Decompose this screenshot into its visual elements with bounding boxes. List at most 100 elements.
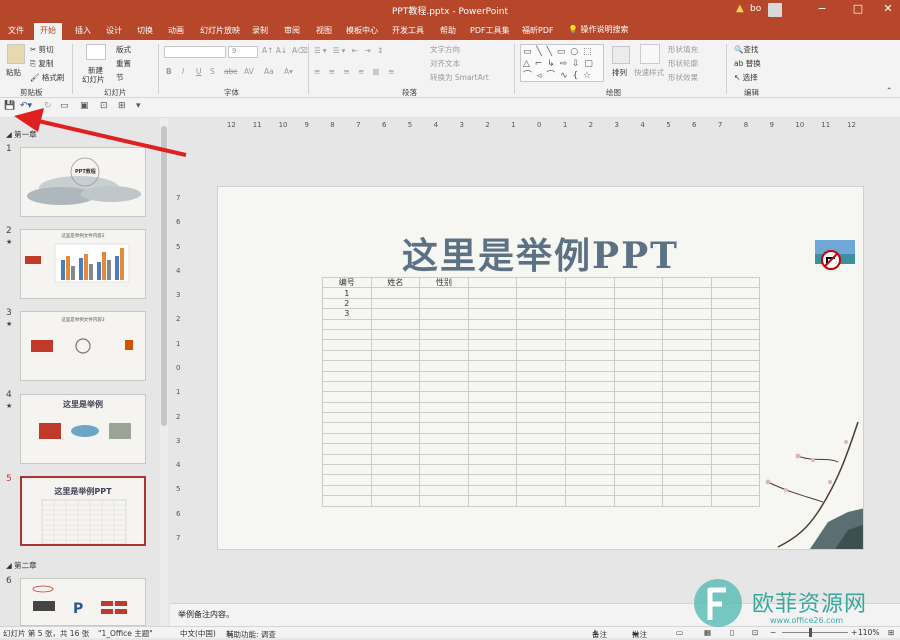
save-icon[interactable]: 💾 [4,101,15,111]
table-cell[interactable] [467,276,518,289]
table-cell[interactable] [467,422,518,434]
section-chapter-1[interactable]: ◢ 第一章 [6,129,37,140]
table-cell[interactable] [419,464,469,476]
table-row[interactable] [322,318,761,330]
table-cell[interactable] [662,308,712,320]
table-cell[interactable] [419,453,469,466]
table-cell[interactable] [516,370,566,382]
scrollbar-thumb[interactable] [161,126,167,426]
table-cell[interactable]: 2 [322,297,372,310]
italic-button[interactable]: I [182,67,184,76]
table-cell[interactable] [370,391,421,403]
tab-developer[interactable]: 开发工具 [392,25,424,36]
thumbnail-slide-4[interactable]: 这里是举例 [20,394,146,464]
table-cell[interactable] [370,412,421,424]
table-cell[interactable] [467,495,518,507]
collapse-ribbon-icon[interactable]: ⌃ [886,86,892,95]
table-cell[interactable] [710,276,761,289]
slide-title[interactable]: 这里是举例PPT [218,227,863,279]
table-cell[interactable] [613,474,664,486]
shapes-gallery[interactable]: ▭ ╲ ╲ ▭ ○ ⬚ △ ⌐ ↳ ⇨ ⇩ ▢ ⌒ ◃ ⌒ ∿ { ☆ [520,44,604,82]
table-cell[interactable] [516,328,566,341]
table-cell[interactable] [516,339,566,351]
table-cell[interactable] [613,349,664,362]
tab-pdf-tools[interactable]: PDF工具集 [470,25,510,36]
redo-icon[interactable]: ↻ [44,101,52,111]
vertical-ruler[interactable]: 7 6 5 4 3 2 1 0 1 2 3 4 5 6 7 [174,186,186,550]
tab-record[interactable]: 录制 [252,25,268,36]
table-cell[interactable] [516,318,566,330]
table-cell[interactable] [322,422,372,434]
table-cell[interactable] [516,422,566,434]
tab-view[interactable]: 视图 [316,25,332,36]
table-cell[interactable] [564,391,615,403]
underline-button[interactable]: U [196,67,202,76]
table-cell[interactable] [662,276,712,289]
table-cell[interactable] [613,432,664,445]
quick-styles-button[interactable]: 快速样式 [634,67,664,78]
table-cell[interactable] [613,391,664,403]
table-cell[interactable] [467,401,518,414]
table-cell[interactable] [322,360,372,372]
thumbnail-slide-5[interactable]: 这里是举例PPT [20,476,146,546]
table-cell[interactable] [467,297,518,310]
table-cell[interactable] [564,297,615,310]
table-cell[interactable] [322,370,372,382]
table-cell[interactable] [467,318,518,330]
table-cell[interactable] [710,339,761,351]
table-cell[interactable] [419,318,469,330]
table-row[interactable] [322,339,761,351]
table-cell[interactable] [467,391,518,403]
table-cell[interactable] [322,412,372,424]
table-cell[interactable] [516,443,566,455]
table-cell[interactable] [613,380,664,393]
normal-view-icon[interactable]: ▭ [676,628,683,637]
table-cell[interactable] [467,484,518,497]
table-cell[interactable] [613,443,664,455]
table-cell[interactable] [370,308,421,320]
table-cell[interactable] [370,453,421,466]
table-cell[interactable] [516,412,566,424]
table-cell[interactable] [467,464,518,476]
table-cell[interactable] [613,339,664,351]
table-cell[interactable] [710,287,761,299]
table-cell[interactable] [662,380,712,393]
table-row[interactable] [322,380,761,393]
shape-fill-button[interactable]: 形状填充 [668,44,698,55]
table-cell[interactable] [710,380,761,393]
language-indicator[interactable]: 中文(中国) [180,628,216,639]
table-cell[interactable] [467,380,518,393]
find-button[interactable]: 🔍查找 [734,44,758,55]
table-cell[interactable] [564,328,615,341]
table-cell[interactable] [613,464,664,476]
slide-table[interactable]: 编号 姓名 性别 1 2 3 [322,276,761,507]
table-cell[interactable] [467,370,518,382]
table-cell[interactable] [613,360,664,372]
slideshow-icon[interactable]: ⊡ [100,101,108,111]
table-cell[interactable] [419,349,469,362]
thumbnails-scrollbar[interactable] [160,118,168,626]
table-cell[interactable] [564,349,615,362]
table-row[interactable] [322,443,761,455]
table-cell[interactable] [662,297,712,310]
table-cell[interactable] [516,453,566,466]
table-cell[interactable] [322,391,372,403]
table-cell[interactable] [322,474,372,486]
paste-button[interactable]: 粘贴 [6,67,21,78]
table-cell[interactable] [370,380,421,393]
table-cell[interactable] [613,412,664,424]
list-buttons-icon[interactable]: ☰▾ ☰▾ ⇤ ⇥ ↕ [314,46,385,55]
table-cell[interactable] [662,328,712,341]
table-cell[interactable] [564,339,615,351]
table-cell[interactable] [564,370,615,382]
table-cell[interactable] [710,349,761,362]
table-cell[interactable] [370,432,421,445]
table-cell[interactable] [419,297,469,310]
table-cell[interactable] [370,464,421,476]
table-cell[interactable] [467,443,518,455]
char-spacing-button[interactable]: AV [244,67,254,76]
table-cell[interactable] [419,287,469,299]
table-cell[interactable] [419,422,469,434]
table-cell[interactable] [467,432,518,445]
table-cell[interactable] [564,464,615,476]
